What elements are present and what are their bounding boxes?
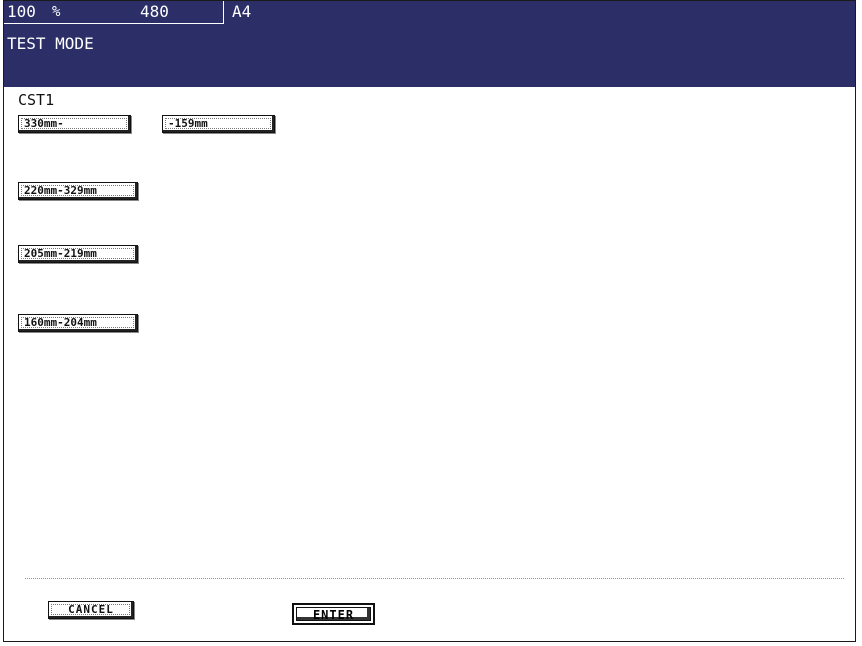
cassette-label: CST1 [18,91,55,109]
range-button-label: 205mm-219mm [24,247,97,260]
test-mode-screen: 100 % 480 A4 TEST MODE CST1 330mm- -159m… [3,0,856,642]
range-button-label: -159mm [168,117,208,130]
enter-button-label: ENTER [312,608,355,622]
range-button-159mm-minus[interactable]: -159mm [162,115,275,133]
cancel-button[interactable]: CANCEL [48,601,134,619]
range-button-label: 160mm-204mm [24,316,97,329]
range-button-330mm-plus[interactable]: 330mm- [18,115,131,133]
footer-divider [25,578,844,579]
range-button-160-204mm[interactable]: 160mm-204mm [18,314,138,332]
status-box [4,1,224,24]
zoom-value: 100 [7,2,36,21]
range-button-label: 220mm-329mm [24,184,97,197]
cancel-button-label: CANCEL [68,603,114,616]
range-button-label: 330mm- [24,117,64,130]
status-header: 100 % 480 A4 TEST MODE [4,1,855,87]
paper-size: A4 [232,2,252,21]
copy-count: 480 [140,2,169,21]
mode-title: TEST MODE [7,34,94,53]
zoom-unit: % [52,4,61,20]
enter-button[interactable]: ENTER [292,603,375,625]
range-button-205-219mm[interactable]: 205mm-219mm [18,245,138,263]
range-button-220-329mm[interactable]: 220mm-329mm [18,182,138,200]
